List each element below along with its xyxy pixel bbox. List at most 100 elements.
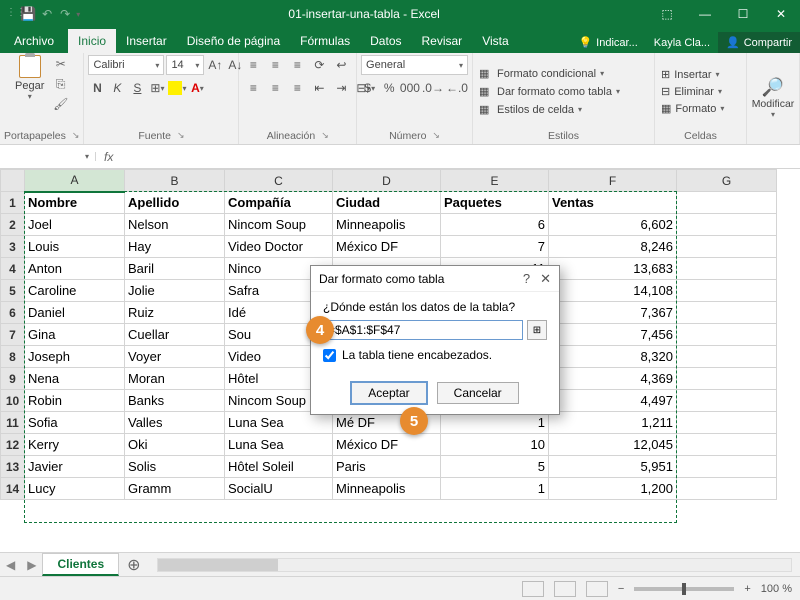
font-color-button[interactable]: A▾: [188, 78, 206, 98]
window-title: 01-insertar-una-tabla - Excel: [80, 7, 648, 21]
tab-review[interactable]: Revisar: [412, 29, 473, 53]
group-number-label: Número: [389, 130, 426, 142]
font-launcher-icon[interactable]: ↘: [177, 130, 185, 142]
tell-me[interactable]: 💡Indicar...: [570, 32, 645, 53]
name-box[interactable]: ▾: [0, 152, 96, 161]
conditional-format-button[interactable]: ▦Formato condicional▾: [477, 66, 650, 82]
ok-button[interactable]: Aceptar: [351, 382, 426, 404]
normal-view-button[interactable]: [522, 581, 544, 597]
format-painter-button[interactable]: 🖌: [50, 95, 72, 113]
group-clipboard: Pegar ▾ ✂ ⎘ 🖌 Portapapeles ↘: [0, 53, 84, 144]
wrap-text-button[interactable]: ↩: [331, 55, 351, 75]
tab-view[interactable]: Vista: [472, 29, 518, 53]
align-middle-button[interactable]: ≡: [265, 55, 285, 75]
share-button[interactable]: 👤Compartir: [718, 32, 800, 53]
tab-formulas[interactable]: Fórmulas: [290, 29, 360, 53]
zoom-level[interactable]: 100 %: [761, 583, 792, 595]
zoom-slider[interactable]: [634, 587, 734, 591]
paste-button[interactable]: Pegar ▾: [12, 55, 48, 101]
group-styles-label: Estilos: [548, 130, 579, 142]
number-launcher-icon[interactable]: ↘: [432, 130, 440, 142]
group-cells-label: Celdas: [684, 130, 717, 142]
cancel-button[interactable]: Cancelar: [437, 382, 519, 404]
page-layout-view-button[interactable]: [554, 581, 576, 597]
minimize-button[interactable]: —: [686, 0, 724, 28]
delete-cells-button[interactable]: ⊟Eliminar▾: [659, 84, 742, 99]
fill-color-button[interactable]: ▾: [168, 78, 186, 98]
orientation-button[interactable]: ⟳: [309, 55, 329, 75]
tab-page-layout[interactable]: Diseño de página: [177, 29, 290, 53]
sheet-tab-clientes[interactable]: Clientes: [42, 553, 119, 576]
maximize-button[interactable]: ☐: [724, 0, 762, 28]
callout-5: 5: [400, 407, 428, 435]
group-alignment: ≡ ≡ ≡ ⟳ ↩ ≡ ≡ ≡ ⇤ ⇥ ⊟▾ Alineación↘: [239, 53, 357, 144]
increase-indent-button[interactable]: ⇥: [331, 78, 351, 98]
quick-access-grip: ⋮⋮: [6, 7, 16, 21]
bold-button[interactable]: N: [88, 78, 106, 98]
align-right-button[interactable]: ≡: [287, 78, 307, 98]
grow-font-button[interactable]: A↑: [206, 55, 224, 75]
help-button[interactable]: ?: [523, 271, 530, 287]
zoom-in-button[interactable]: +: [744, 583, 750, 595]
callout-4: 4: [306, 316, 334, 344]
binoculars-icon: 🔎: [762, 77, 784, 98]
format-as-table-button[interactable]: ▦Dar formato como tabla▾: [477, 84, 650, 100]
dialog-close-button[interactable]: ✕: [540, 271, 551, 287]
title-bar: ⋮⋮ 💾 ↶ ↷ ▾ 01-insertar-una-tabla - Excel…: [0, 0, 800, 28]
cut-button[interactable]: ✂: [50, 55, 72, 73]
align-launcher-icon[interactable]: ↘: [321, 130, 329, 142]
cell-styles-button[interactable]: ▦Estilos de celda▾: [477, 102, 650, 118]
decrease-decimal-button[interactable]: ←.0: [446, 78, 468, 98]
tab-data[interactable]: Datos: [360, 29, 411, 53]
format-cells-button[interactable]: ▦Formato▾: [659, 101, 742, 116]
number-format-combo[interactable]: General▾: [361, 55, 468, 75]
underline-button[interactable]: S: [128, 78, 146, 98]
clipboard-icon: [19, 55, 41, 78]
tab-insert[interactable]: Insertar: [116, 29, 177, 53]
has-headers-checkbox[interactable]: [323, 349, 336, 362]
undo-icon[interactable]: ↶: [40, 7, 54, 21]
align-top-button[interactable]: ≡: [243, 55, 263, 75]
user-account[interactable]: Kayla Cla...: [646, 33, 718, 53]
sheet-nav-prev[interactable]: ◀: [0, 558, 21, 572]
horizontal-scrollbar[interactable]: [157, 558, 792, 572]
format-as-table-dialog: Dar formato como tabla ?✕ ¿Dónde están l…: [310, 265, 560, 415]
new-sheet-button[interactable]: ⊕: [119, 555, 148, 575]
increase-decimal-button[interactable]: .0→: [422, 78, 444, 98]
close-button[interactable]: ✕: [762, 0, 800, 28]
decrease-indent-button[interactable]: ⇤: [309, 78, 329, 98]
sheet-nav-next[interactable]: ▶: [21, 558, 42, 572]
copy-button[interactable]: ⎘: [50, 75, 72, 93]
group-align-label: Alineación: [267, 130, 315, 142]
find-select-button[interactable]: 🔎 Modificar ▾: [751, 77, 795, 119]
zoom-out-button[interactable]: −: [618, 583, 624, 595]
range-input[interactable]: [323, 320, 523, 340]
group-font: Calibri▾ 14▾ A↑ A↓ N K S ⊞ ▾ ▾ A▾ Fuente…: [84, 53, 239, 144]
fx-icon[interactable]: fx: [96, 150, 121, 164]
percent-format-button[interactable]: %: [380, 78, 397, 98]
page-break-view-button[interactable]: [586, 581, 608, 597]
insert-cells-button[interactable]: ⊞Insertar▾: [659, 67, 742, 82]
person-icon: 👤: [726, 36, 740, 49]
accounting-format-button[interactable]: $▾: [361, 78, 378, 98]
comma-format-button[interactable]: 000: [400, 78, 420, 98]
cond-format-icon: ▦: [479, 67, 493, 81]
group-clipboard-label: Portapapeles: [4, 130, 66, 142]
range-selector-button[interactable]: ⊞: [527, 320, 547, 340]
group-styles: ▦Formato condicional▾ ▦Dar formato como …: [473, 53, 655, 144]
tab-home[interactable]: Inicio: [68, 29, 116, 53]
status-bar: − + 100 %: [0, 576, 800, 600]
italic-button[interactable]: K: [108, 78, 126, 98]
align-bottom-button[interactable]: ≡: [287, 55, 307, 75]
ribbon-options-icon[interactable]: ⬚: [648, 0, 686, 28]
font-size-combo[interactable]: 14▾: [166, 55, 204, 75]
align-center-button[interactable]: ≡: [265, 78, 285, 98]
group-editing: 🔎 Modificar ▾: [747, 53, 800, 144]
tab-file[interactable]: Archivo: [0, 29, 68, 53]
format-icon: ▦: [661, 102, 671, 115]
font-name-combo[interactable]: Calibri▾: [88, 55, 164, 75]
group-cells: ⊞Insertar▾ ⊟Eliminar▾ ▦Formato▾ Celdas: [655, 53, 747, 144]
clipboard-launcher-icon[interactable]: ↘: [72, 130, 80, 142]
align-left-button[interactable]: ≡: [243, 78, 263, 98]
borders-button[interactable]: ⊞ ▾: [148, 78, 166, 98]
